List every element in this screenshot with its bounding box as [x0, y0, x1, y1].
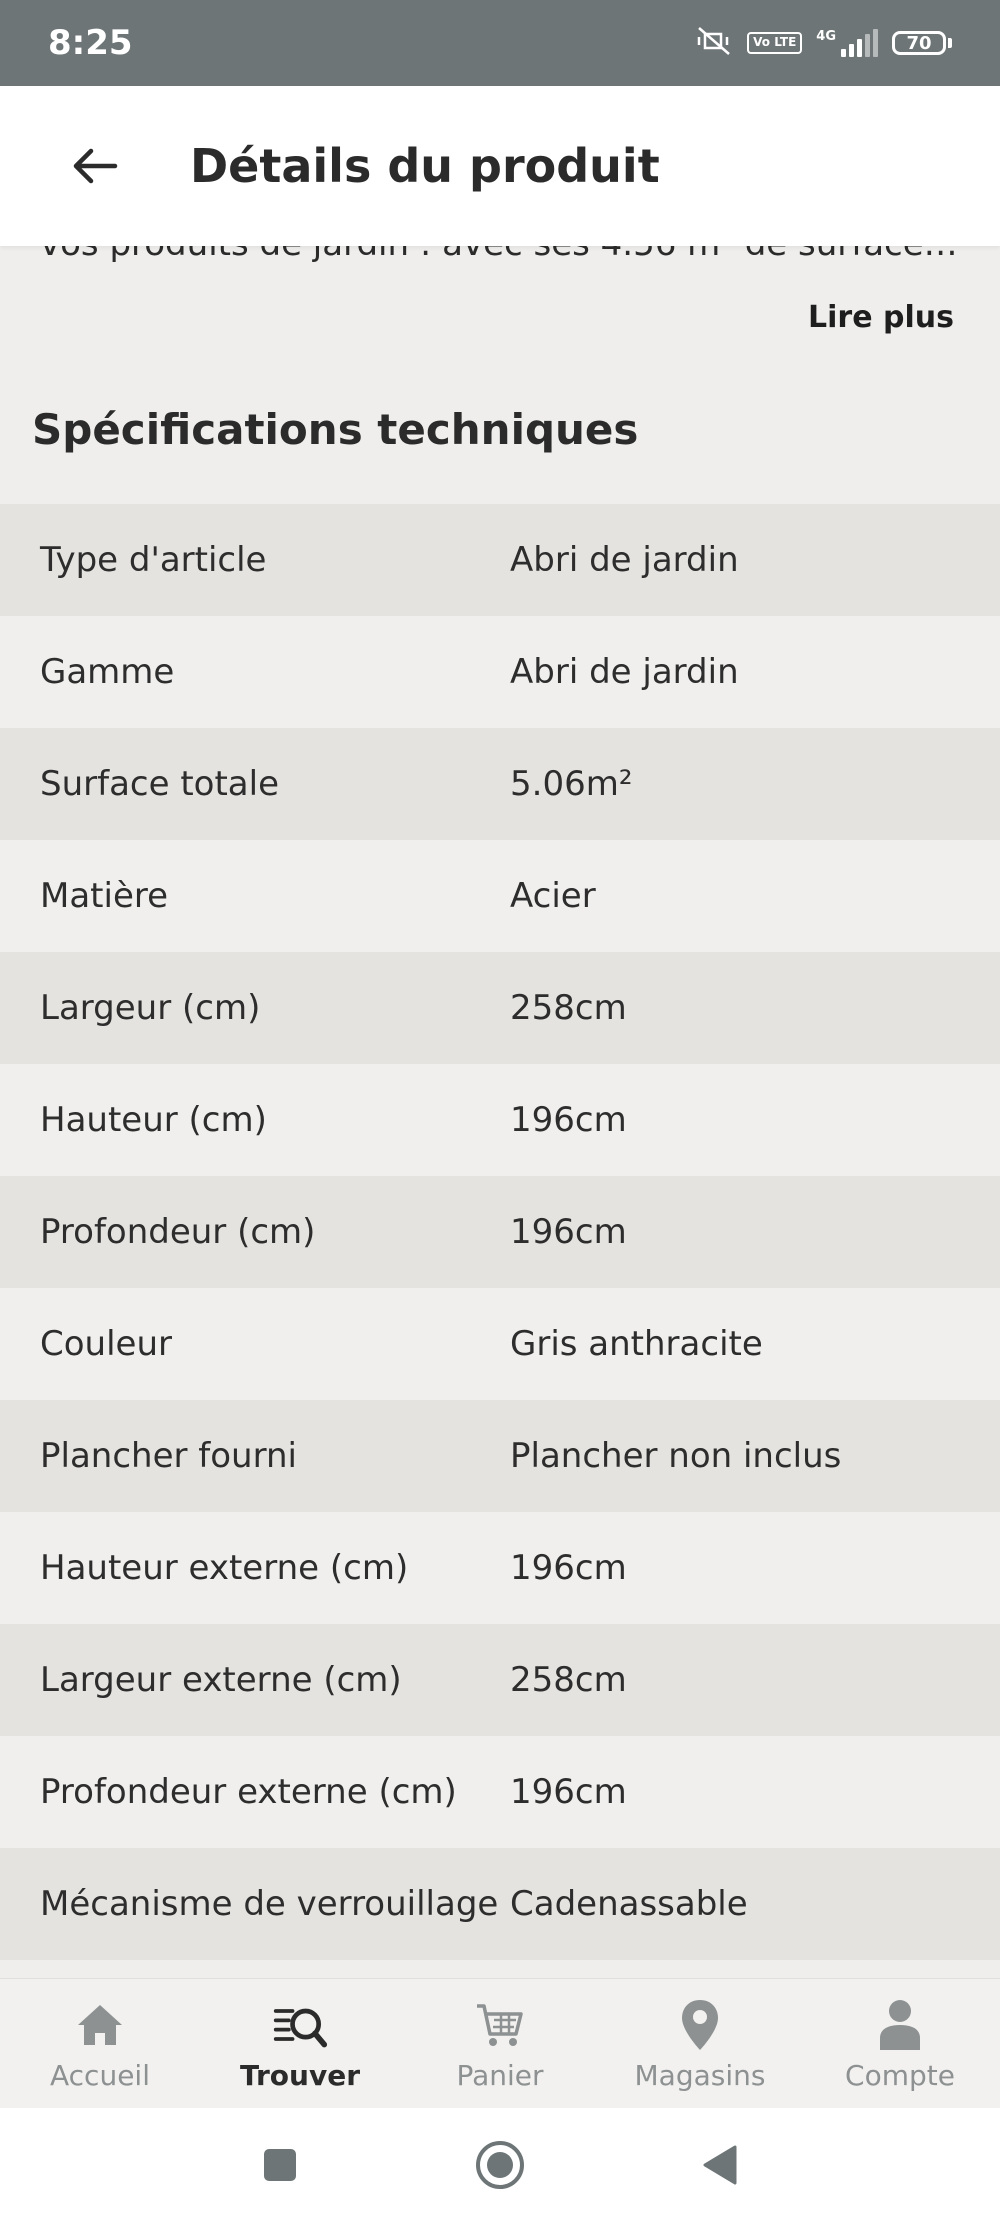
app-header: Détails du produit: [0, 86, 1000, 246]
nav-label: Magasins: [634, 2058, 766, 2092]
bottom-nav: Accueil Trouver Panier Magasins Compte: [0, 1978, 1000, 2109]
spec-row: Largeur externe (cm) 258cm: [0, 1624, 1000, 1736]
battery-icon: 70: [892, 31, 952, 55]
spec-key: Largeur externe (cm): [40, 1660, 402, 1700]
spec-row: Mécanisme de verrouillage Cadenassable: [0, 1848, 1000, 1960]
home-system-button[interactable]: [470, 2135, 530, 2195]
spec-key: Matière: [40, 876, 169, 916]
system-nav-bar: [0, 2108, 1000, 2222]
network-type: 4G: [816, 29, 836, 44]
spec-row: Profondeur (cm) 196cm: [0, 1176, 1000, 1288]
status-time: 8:25: [48, 23, 133, 63]
nav-label: Panier: [456, 2058, 544, 2092]
signal-icon: 4G: [816, 29, 878, 57]
status-icons: Vo LTE 4G 70: [695, 26, 952, 61]
volte-badge: Vo LTE: [747, 32, 803, 54]
spec-value: 196cm: [510, 1548, 627, 1588]
nav-item-accueil[interactable]: Accueil: [0, 1979, 200, 2109]
spec-row: Gamme Abri de jardin: [0, 616, 1000, 728]
nav-item-magasins[interactable]: Magasins: [600, 1979, 800, 2109]
spec-key: Largeur (cm): [40, 988, 261, 1028]
square-icon: [264, 2149, 296, 2181]
recent-apps-button[interactable]: [250, 2135, 310, 2195]
nav-item-trouver[interactable]: Trouver: [200, 1979, 400, 2109]
spec-row: Profondeur externe (cm) 196cm: [0, 1736, 1000, 1848]
spec-value: 196cm: [510, 1100, 627, 1140]
search-list-icon: [272, 1997, 328, 2053]
spec-value: 258cm: [510, 1660, 627, 1700]
nav-label: Trouver: [239, 2058, 361, 2092]
spec-value: 258cm: [510, 988, 627, 1028]
spec-row: Type d'article Abri de jardin: [0, 504, 1000, 616]
user-icon: [872, 1997, 928, 2053]
spec-row: Matière Acier: [0, 840, 1000, 952]
specs-title: Spécifications techniques: [32, 405, 639, 454]
spec-value: 5.06m²: [510, 764, 633, 804]
nav-item-panier[interactable]: Panier: [400, 1979, 600, 2109]
arrow-left-icon: [73, 148, 118, 184]
spec-key: Profondeur (cm): [40, 1212, 316, 1252]
spec-row: Largeur (cm) 258cm: [0, 952, 1000, 1064]
spec-key: Type d'article: [40, 540, 267, 580]
spec-key: Hauteur externe (cm): [40, 1548, 409, 1588]
spec-key: Surface totale: [40, 764, 279, 804]
spec-value: Cadenassable: [510, 1884, 748, 1924]
spec-value: 196cm: [510, 1212, 627, 1252]
spec-value: Acier: [510, 876, 596, 916]
spec-value: Gris anthracite: [510, 1324, 763, 1364]
spec-value: Abri de jardin: [510, 652, 739, 692]
page-title: Détails du produit: [190, 139, 660, 193]
spec-key: Couleur: [40, 1324, 172, 1364]
spec-key: Hauteur (cm): [40, 1100, 267, 1140]
circle-icon: [476, 2141, 524, 2189]
specs-table: Type d'article Abri de jardin Gamme Abri…: [0, 504, 1000, 1960]
spec-value: Abri de jardin: [510, 540, 739, 580]
mute-vibrate-icon: [695, 26, 733, 61]
spec-value: Plancher non inclus: [510, 1436, 842, 1476]
spec-key: Mécanisme de verrouillage: [40, 1884, 499, 1924]
spec-row: Plancher fourni Plancher non inclus: [0, 1400, 1000, 1512]
spec-row: Surface totale 5.06m²: [0, 728, 1000, 840]
back-system-button[interactable]: [690, 2135, 750, 2195]
spec-key: Profondeur externe (cm): [40, 1772, 457, 1812]
read-more-link[interactable]: Lire plus: [808, 300, 954, 335]
nav-label: Accueil: [50, 2058, 150, 2092]
spec-row: Hauteur (cm) 196cm: [0, 1064, 1000, 1176]
spec-key: Gamme: [40, 652, 175, 692]
battery-level: 70: [906, 32, 932, 54]
spec-value: 196cm: [510, 1772, 627, 1812]
spec-row: Hauteur externe (cm) 196cm: [0, 1512, 1000, 1624]
spec-row: Couleur Gris anthracite: [0, 1288, 1000, 1400]
location-pin-icon: [672, 1997, 728, 2053]
nav-item-compte[interactable]: Compte: [800, 1979, 1000, 2109]
cart-icon: [472, 1997, 528, 2053]
description-clip: vos produits de jardin : avec ses 4.56 m…: [0, 246, 1000, 276]
spec-key: Plancher fourni: [40, 1436, 297, 1476]
nav-label: Compte: [845, 2058, 955, 2092]
home-icon: [72, 1997, 128, 2053]
triangle-back-icon: [703, 2145, 737, 2185]
back-button[interactable]: [40, 111, 150, 221]
product-description: vos produits de jardin : avec ses 4.56 m…: [40, 246, 960, 264]
status-bar: 8:25 Vo LTE 4G 70: [0, 0, 1000, 86]
